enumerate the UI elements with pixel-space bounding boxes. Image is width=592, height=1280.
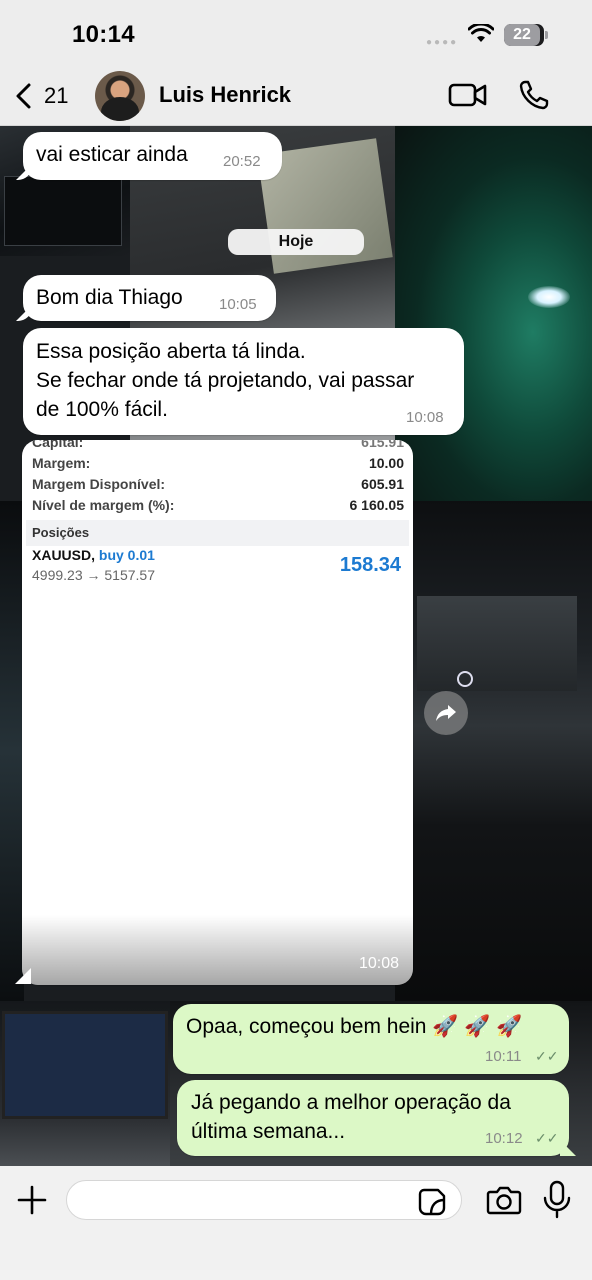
battery-indicator: 22: [504, 24, 548, 46]
composer-bar: [0, 1166, 592, 1280]
wifi-icon: [468, 24, 494, 42]
message-time: 10:05: [219, 296, 257, 313]
video-call-icon[interactable]: [448, 80, 488, 110]
account-row-free-margin: Margem Disponível: 605.91: [32, 476, 404, 496]
message-text: Bom dia Thiago: [36, 286, 183, 309]
row-value: 10.00: [368, 455, 404, 471]
forward-button[interactable]: [424, 691, 468, 735]
message-incoming[interactable]: vai esticar ainda 20:52: [16, 132, 282, 180]
phone-icon[interactable]: [518, 79, 550, 111]
wallpaper-car: [395, 126, 592, 501]
message-time: 10:11: [485, 1048, 522, 1065]
position-side: buy 0.01: [98, 547, 155, 563]
row-label: Margem Disponível:: [32, 476, 166, 492]
row-label: Nível de margem (%):: [32, 497, 175, 513]
message-incoming[interactable]: Bom dia Thiago 10:05: [16, 275, 276, 321]
row-label: Margem:: [32, 455, 91, 471]
row-value: 6 160.05: [349, 497, 405, 513]
message-time: 10:08: [358, 955, 399, 972]
positions-header: Posições: [26, 520, 409, 546]
account-row-margin: Margem: 10.00: [32, 455, 404, 475]
back-button[interactable]: 21: [14, 80, 84, 112]
signal-dots-icon: ●●●●: [426, 37, 459, 48]
date-separator: Hoje: [228, 229, 364, 255]
trading-screenshot: Capital: 615.91 Margem: 10.00 Margem Dis…: [26, 440, 409, 981]
position-profit: 158.34: [339, 554, 401, 576]
chevron-left-icon: [16, 83, 31, 109]
read-ticks-icon: ✓✓: [535, 1048, 559, 1064]
sticker-icon[interactable]: [418, 1188, 446, 1216]
contact-name[interactable]: Luis Henrick: [159, 82, 291, 108]
microphone-icon[interactable]: [540, 1180, 574, 1220]
symbol-name: XAUUSD,: [32, 547, 96, 563]
message-text: Opaa, começou bem hein 🚀 🚀 🚀: [186, 1015, 523, 1038]
forward-icon: [436, 705, 456, 721]
status-time: 10:14: [72, 21, 135, 48]
message-text: Essa posição aberta tá linda. Se fechar …: [36, 340, 415, 421]
battery-level: 22: [504, 24, 540, 46]
message-incoming[interactable]: Essa posição aberta tá linda. Se fechar …: [23, 328, 464, 435]
image-message[interactable]: Capital: 615.91 Margem: 10.00 Margem Dis…: [22, 440, 413, 985]
account-row-capital: Capital: 615.91: [32, 440, 404, 454]
message-time: 10:08: [406, 409, 444, 426]
chat-header: 21 Luis Henrick: [0, 68, 592, 126]
message-outgoing[interactable]: Já pegando a melhor operação da última s…: [177, 1080, 576, 1156]
row-value: 605.91: [361, 476, 404, 492]
position-symbol: XAUUSD, buy 0.01: [32, 547, 155, 563]
message-outgoing[interactable]: Opaa, começou bem hein 🚀 🚀 🚀 10:11 ✓✓: [173, 1004, 569, 1074]
row-label: Capital:: [32, 440, 84, 450]
message-time: 20:52: [223, 153, 261, 170]
contact-avatar[interactable]: [95, 71, 145, 121]
wallpaper-city: [0, 501, 24, 1001]
position-prices: 4999.23 → 5157.57: [32, 567, 155, 583]
status-bar: 10:14 ●●●● 22: [0, 0, 592, 68]
plus-icon[interactable]: [16, 1184, 48, 1216]
camera-icon[interactable]: [486, 1184, 522, 1216]
message-time: 10:12: [485, 1130, 523, 1147]
row-value: 615.91: [361, 440, 404, 450]
read-ticks-icon: ✓✓: [535, 1130, 559, 1146]
unread-count: 21: [44, 83, 69, 108]
message-input[interactable]: [66, 1180, 462, 1220]
wallpaper-garage: [395, 501, 592, 1001]
message-text: vai esticar ainda: [36, 143, 188, 166]
wallpaper-laptop: [0, 1001, 170, 1166]
account-row-margin-level: Nível de margem (%): 6 160.05: [32, 497, 404, 517]
